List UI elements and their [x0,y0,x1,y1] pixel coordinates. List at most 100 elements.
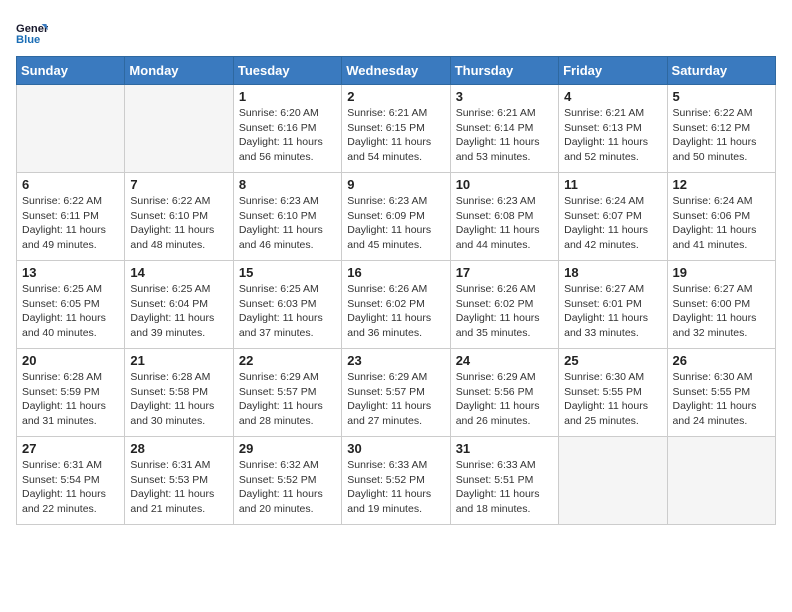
day-info: Sunrise: 6:21 AM Sunset: 6:15 PM Dayligh… [347,106,444,165]
calendar-cell: 1 Sunrise: 6:20 AM Sunset: 6:16 PM Daylig… [233,85,341,173]
day-number: 16 [347,265,444,280]
day-info: Sunrise: 6:29 AM Sunset: 5:57 PM Dayligh… [347,370,444,429]
day-number: 24 [456,353,553,368]
day-info: Sunrise: 6:33 AM Sunset: 5:51 PM Dayligh… [456,458,553,517]
calendar-cell: 21 Sunrise: 6:28 AM Sunset: 5:58 PM Dayli… [125,349,233,437]
day-number: 21 [130,353,227,368]
calendar-cell: 23 Sunrise: 6:29 AM Sunset: 5:57 PM Dayli… [342,349,450,437]
calendar-cell: 5 Sunrise: 6:22 AM Sunset: 6:12 PM Daylig… [667,85,775,173]
calendar-cell: 26 Sunrise: 6:30 AM Sunset: 5:55 PM Dayli… [667,349,775,437]
calendar-cell: 8 Sunrise: 6:23 AM Sunset: 6:10 PM Daylig… [233,173,341,261]
week-row-0: 1 Sunrise: 6:20 AM Sunset: 6:16 PM Daylig… [17,85,776,173]
day-number: 26 [673,353,770,368]
day-number: 25 [564,353,661,368]
calendar-cell: 6 Sunrise: 6:22 AM Sunset: 6:11 PM Daylig… [17,173,125,261]
day-number: 15 [239,265,336,280]
calendar-cell: 24 Sunrise: 6:29 AM Sunset: 5:56 PM Dayli… [450,349,558,437]
day-info: Sunrise: 6:22 AM Sunset: 6:12 PM Dayligh… [673,106,770,165]
week-row-1: 6 Sunrise: 6:22 AM Sunset: 6:11 PM Daylig… [17,173,776,261]
day-number: 22 [239,353,336,368]
day-info: Sunrise: 6:23 AM Sunset: 6:08 PM Dayligh… [456,194,553,253]
calendar-cell: 28 Sunrise: 6:31 AM Sunset: 5:53 PM Dayli… [125,437,233,525]
week-row-4: 27 Sunrise: 6:31 AM Sunset: 5:54 PM Dayli… [17,437,776,525]
day-number: 6 [22,177,119,192]
day-number: 12 [673,177,770,192]
weekday-header-monday: Monday [125,57,233,85]
calendar-cell: 22 Sunrise: 6:29 AM Sunset: 5:57 PM Dayli… [233,349,341,437]
day-info: Sunrise: 6:33 AM Sunset: 5:52 PM Dayligh… [347,458,444,517]
calendar-cell [125,85,233,173]
day-info: Sunrise: 6:31 AM Sunset: 5:54 PM Dayligh… [22,458,119,517]
calendar-cell: 13 Sunrise: 6:25 AM Sunset: 6:05 PM Dayli… [17,261,125,349]
day-number: 11 [564,177,661,192]
weekday-header-wednesday: Wednesday [342,57,450,85]
calendar-cell: 10 Sunrise: 6:23 AM Sunset: 6:08 PM Dayli… [450,173,558,261]
calendar-cell: 31 Sunrise: 6:33 AM Sunset: 5:51 PM Dayli… [450,437,558,525]
day-number: 31 [456,441,553,456]
day-info: Sunrise: 6:21 AM Sunset: 6:13 PM Dayligh… [564,106,661,165]
day-info: Sunrise: 6:22 AM Sunset: 6:11 PM Dayligh… [22,194,119,253]
calendar-cell: 12 Sunrise: 6:24 AM Sunset: 6:06 PM Dayli… [667,173,775,261]
day-info: Sunrise: 6:28 AM Sunset: 5:59 PM Dayligh… [22,370,119,429]
day-number: 2 [347,89,444,104]
day-number: 14 [130,265,227,280]
logo: General Blue [16,16,52,48]
day-info: Sunrise: 6:22 AM Sunset: 6:10 PM Dayligh… [130,194,227,253]
day-number: 23 [347,353,444,368]
day-info: Sunrise: 6:20 AM Sunset: 6:16 PM Dayligh… [239,106,336,165]
calendar-cell: 29Sunrise: 6:32 AM Sunset: 5:52 PM Dayli… [233,437,341,525]
day-number: 10 [456,177,553,192]
calendar-cell [559,437,667,525]
day-number: 1 [239,89,336,104]
day-info: Sunrise: 6:29 AM Sunset: 5:57 PM Dayligh… [239,370,336,429]
calendar-cell: 16 Sunrise: 6:26 AM Sunset: 6:02 PM Dayli… [342,261,450,349]
day-info: Sunrise: 6:30 AM Sunset: 5:55 PM Dayligh… [673,370,770,429]
day-info: Sunrise: 6:28 AM Sunset: 5:58 PM Dayligh… [130,370,227,429]
weekday-header-saturday: Saturday [667,57,775,85]
calendar-cell: 17 Sunrise: 6:26 AM Sunset: 6:02 PM Dayli… [450,261,558,349]
day-number: 29 [239,441,336,456]
day-number: 8 [239,177,336,192]
day-info: Sunrise: 6:26 AM Sunset: 6:02 PM Dayligh… [456,282,553,341]
day-number: 5 [673,89,770,104]
day-info: Sunrise: 6:21 AM Sunset: 6:14 PM Dayligh… [456,106,553,165]
calendar-cell: 20 Sunrise: 6:28 AM Sunset: 5:59 PM Dayli… [17,349,125,437]
day-info: Sunrise: 6:27 AM Sunset: 6:00 PM Dayligh… [673,282,770,341]
day-info: Sunrise: 6:25 AM Sunset: 6:05 PM Dayligh… [22,282,119,341]
day-number: 13 [22,265,119,280]
day-info: Sunrise: 6:23 AM Sunset: 6:10 PM Dayligh… [239,194,336,253]
calendar-cell: 7Sunrise: 6:22 AM Sunset: 6:10 PM Daylig… [125,173,233,261]
day-info: Sunrise: 6:25 AM Sunset: 6:03 PM Dayligh… [239,282,336,341]
day-number: 30 [347,441,444,456]
day-number: 18 [564,265,661,280]
calendar-header-row: SundayMondayTuesdayWednesdayThursdayFrid… [17,57,776,85]
day-info: Sunrise: 6:23 AM Sunset: 6:09 PM Dayligh… [347,194,444,253]
calendar-cell: 3Sunrise: 6:21 AM Sunset: 6:14 PM Daylig… [450,85,558,173]
calendar-cell: 14 Sunrise: 6:25 AM Sunset: 6:04 PM Dayli… [125,261,233,349]
day-number: 17 [456,265,553,280]
svg-text:Blue: Blue [16,34,40,46]
day-number: 19 [673,265,770,280]
day-info: Sunrise: 6:29 AM Sunset: 5:56 PM Dayligh… [456,370,553,429]
logo-icon: General Blue [16,16,48,48]
calendar-body: 1 Sunrise: 6:20 AM Sunset: 6:16 PM Daylig… [17,85,776,525]
day-info: Sunrise: 6:24 AM Sunset: 6:07 PM Dayligh… [564,194,661,253]
day-number: 28 [130,441,227,456]
calendar-cell: 30 Sunrise: 6:33 AM Sunset: 5:52 PM Dayli… [342,437,450,525]
calendar-cell: 4Sunrise: 6:21 AM Sunset: 6:13 PM Daylig… [559,85,667,173]
day-info: Sunrise: 6:31 AM Sunset: 5:53 PM Dayligh… [130,458,227,517]
calendar-table: SundayMondayTuesdayWednesdayThursdayFrid… [16,56,776,525]
day-number: 27 [22,441,119,456]
calendar-cell: 9Sunrise: 6:23 AM Sunset: 6:09 PM Daylig… [342,173,450,261]
day-number: 20 [22,353,119,368]
day-info: Sunrise: 6:27 AM Sunset: 6:01 PM Dayligh… [564,282,661,341]
calendar-cell: 2 Sunrise: 6:21 AM Sunset: 6:15 PM Daylig… [342,85,450,173]
calendar-cell: 19 Sunrise: 6:27 AM Sunset: 6:00 PM Dayli… [667,261,775,349]
calendar-cell: 18 Sunrise: 6:27 AM Sunset: 6:01 PM Dayli… [559,261,667,349]
calendar-cell: 11 Sunrise: 6:24 AM Sunset: 6:07 PM Dayli… [559,173,667,261]
day-info: Sunrise: 6:26 AM Sunset: 6:02 PM Dayligh… [347,282,444,341]
day-info: Sunrise: 6:25 AM Sunset: 6:04 PM Dayligh… [130,282,227,341]
day-info: Sunrise: 6:24 AM Sunset: 6:06 PM Dayligh… [673,194,770,253]
calendar-cell [17,85,125,173]
calendar-cell: 27 Sunrise: 6:31 AM Sunset: 5:54 PM Dayli… [17,437,125,525]
